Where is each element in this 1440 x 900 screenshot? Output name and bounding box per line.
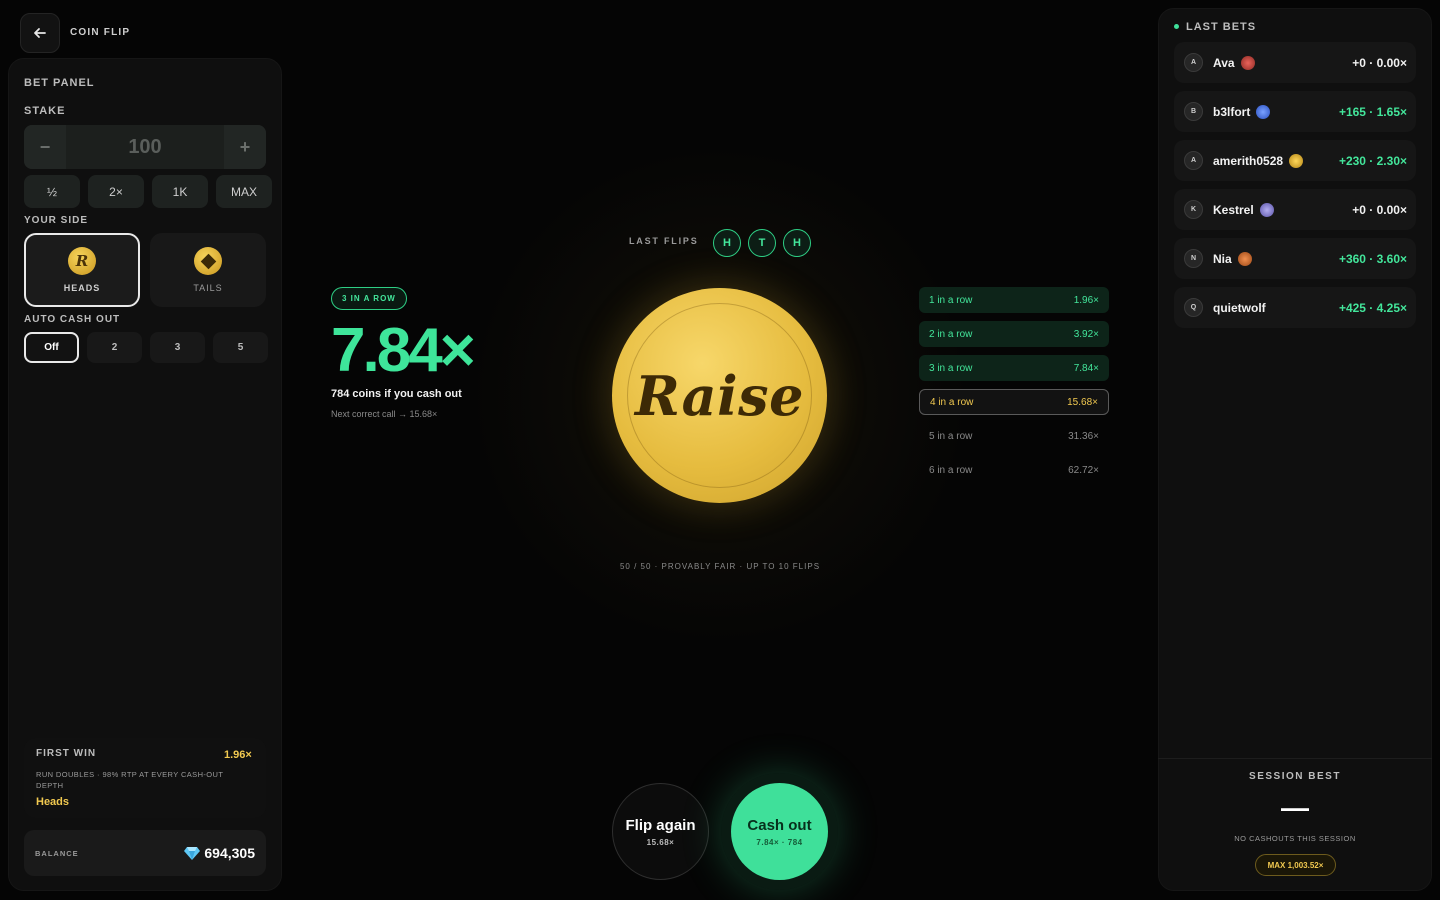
- auto-cash-out-label: AUTO CASH OUT: [24, 314, 121, 325]
- bet-username: amerith0528: [1213, 153, 1284, 168]
- current-multiplier: 7.84×: [331, 316, 476, 385]
- bet-payout: +230 · 2.30×: [1338, 153, 1407, 168]
- ladder-step: 5 in a row 31.36×: [929, 430, 1099, 442]
- session-best-empty: NO CASHOUTS THIS SESSION: [1234, 834, 1356, 843]
- tails-coin-icon: [194, 247, 222, 275]
- arrow-left-icon: [34, 28, 46, 38]
- ladder-step: 1 in a row 1.96×: [919, 287, 1109, 313]
- last-flip-item: H: [783, 229, 811, 257]
- bet-row[interactable]: A amerith0528 +230 · 2.30×: [1174, 140, 1416, 181]
- bet-payout: +0 · 0.00×: [1352, 202, 1407, 217]
- stake-input[interactable]: 100: [66, 125, 224, 169]
- stake-chips: ½ 2× 1K MAX: [24, 175, 272, 208]
- first-win-title: FIRST WIN: [36, 748, 97, 759]
- stake-label: STAKE: [24, 105, 66, 117]
- avatar: Q: [1184, 298, 1203, 317]
- stake-stepper: − 100 +: [24, 125, 266, 169]
- bet-row[interactable]: N Nia +360 · 3.60×: [1174, 238, 1416, 279]
- diamond-icon: [184, 847, 201, 860]
- bet-payout: +165 · 1.65×: [1338, 104, 1407, 119]
- divider: [1158, 758, 1432, 759]
- cash-out-amount-text: 784 coins if you cash out: [331, 388, 462, 400]
- chip-half[interactable]: ½: [24, 175, 80, 208]
- side-tails-button[interactable]: TAILS: [150, 233, 266, 307]
- chip-double[interactable]: 2×: [88, 175, 144, 208]
- chip-max[interactable]: MAX: [216, 175, 272, 208]
- rank-badge-icon: [1289, 153, 1304, 168]
- bet-row[interactable]: A Ava +0 · 0.00×: [1174, 42, 1416, 83]
- auto-off-button[interactable]: Off: [24, 332, 79, 363]
- stake-increase-button[interactable]: +: [224, 125, 266, 169]
- auto-2-button[interactable]: 2: [87, 332, 142, 363]
- auto-3-button[interactable]: 3: [150, 332, 205, 363]
- side-heads-button[interactable]: R HEADS: [24, 233, 140, 307]
- ladder-step-current: 4 in a row 15.68×: [919, 389, 1109, 415]
- session-best-title: SESSION BEST: [1249, 771, 1341, 782]
- bet-username: quietwolf: [1213, 300, 1266, 315]
- live-dot-icon: [1174, 24, 1179, 29]
- avatar: A: [1184, 53, 1203, 72]
- rank-badge-icon: [1256, 104, 1271, 119]
- last-bets-title: LAST BETS: [1186, 21, 1257, 33]
- bet-row[interactable]: K Kestrel +0 · 0.00×: [1174, 189, 1416, 230]
- bet-username: b3lfort: [1213, 104, 1251, 119]
- next-call-text: Next correct call → 15.68×: [331, 409, 438, 419]
- cash-out-button[interactable]: Cash out 7.84× · 784: [731, 783, 828, 880]
- last-flips: H T H: [713, 229, 811, 257]
- last-flip-item: T: [748, 229, 776, 257]
- bet-payout: +0 · 0.00×: [1352, 55, 1407, 70]
- avatar: N: [1184, 249, 1203, 268]
- multiplier-ladder: 1 in a row 1.96× 2 in a row 3.92× 3 in a r…: [919, 287, 1109, 491]
- ladder-step: 6 in a row 62.72×: [929, 464, 1099, 476]
- auto-cash-out-options: Off 2 3 5: [24, 332, 268, 363]
- side-heads-label: HEADS: [63, 283, 101, 293]
- max-multiplier-badge: MAX 1,003.52×: [1255, 854, 1336, 876]
- bet-row[interactable]: Q quietwolf +425 · 4.25×: [1174, 287, 1416, 328]
- ladder-step: 3 in a row 7.84×: [919, 355, 1109, 381]
- balance-box: BALANCE 694,305: [24, 830, 266, 876]
- avatar: A: [1184, 151, 1203, 170]
- first-win-multiplier: 1.96×: [224, 749, 252, 761]
- rank-badge-icon: [1237, 251, 1252, 266]
- bet-panel-title: BET PANEL: [24, 77, 95, 89]
- avatar: K: [1184, 200, 1203, 219]
- cash-out-sub: 7.84× · 784: [756, 837, 803, 847]
- cash-out-label: Cash out: [747, 816, 812, 834]
- avatar: B: [1184, 102, 1203, 121]
- flip-again-sub: 15.68×: [646, 837, 675, 847]
- bet-username: Ava: [1213, 55, 1235, 70]
- bet-payout: +425 · 4.25×: [1338, 300, 1407, 315]
- rank-badge-icon: [1240, 55, 1255, 70]
- stake-decrease-button[interactable]: −: [24, 125, 66, 169]
- flip-again-button[interactable]: Flip again 15.68×: [612, 783, 709, 880]
- back-button[interactable]: [20, 13, 60, 53]
- first-win-desc: RUN DOUBLES · 98% RTP AT EVERY CASH-OUT …: [36, 770, 224, 790]
- streak-badge: 3 IN A ROW: [331, 287, 407, 310]
- bet-row[interactable]: B b3lfort +165 · 1.65×: [1174, 91, 1416, 132]
- last-flips-label: LAST FLIPS: [629, 236, 699, 246]
- coin-text: Raise: [635, 363, 804, 428]
- coin[interactable]: Raise: [612, 288, 827, 503]
- session-best-value: —: [1281, 792, 1309, 823]
- flip-again-label: Flip again: [625, 816, 696, 834]
- side-tails-label: TAILS: [193, 283, 223, 293]
- bet-payout: +360 · 3.60×: [1338, 251, 1407, 266]
- chip-1k[interactable]: 1K: [152, 175, 208, 208]
- rank-badge-icon: [1259, 202, 1274, 217]
- coin-face: Raise: [627, 303, 812, 488]
- balance-label: BALANCE: [35, 848, 79, 858]
- last-flip-item: H: [713, 229, 741, 257]
- first-win-side: Heads: [36, 796, 70, 808]
- heads-coin-icon: R: [68, 247, 96, 275]
- bet-username: Kestrel: [1213, 202, 1254, 217]
- balance-value: 694,305: [204, 845, 255, 861]
- fairness-text: 50 / 50 · PROVABLY FAIR · UP TO 10 FLIPS: [619, 562, 821, 571]
- page-title: COIN FLIP: [70, 27, 131, 38]
- bet-username: Nia: [1213, 251, 1232, 266]
- ladder-step: 2 in a row 3.92×: [919, 321, 1109, 347]
- your-side-label: YOUR SIDE: [24, 215, 89, 226]
- auto-5-button[interactable]: 5: [213, 332, 268, 363]
